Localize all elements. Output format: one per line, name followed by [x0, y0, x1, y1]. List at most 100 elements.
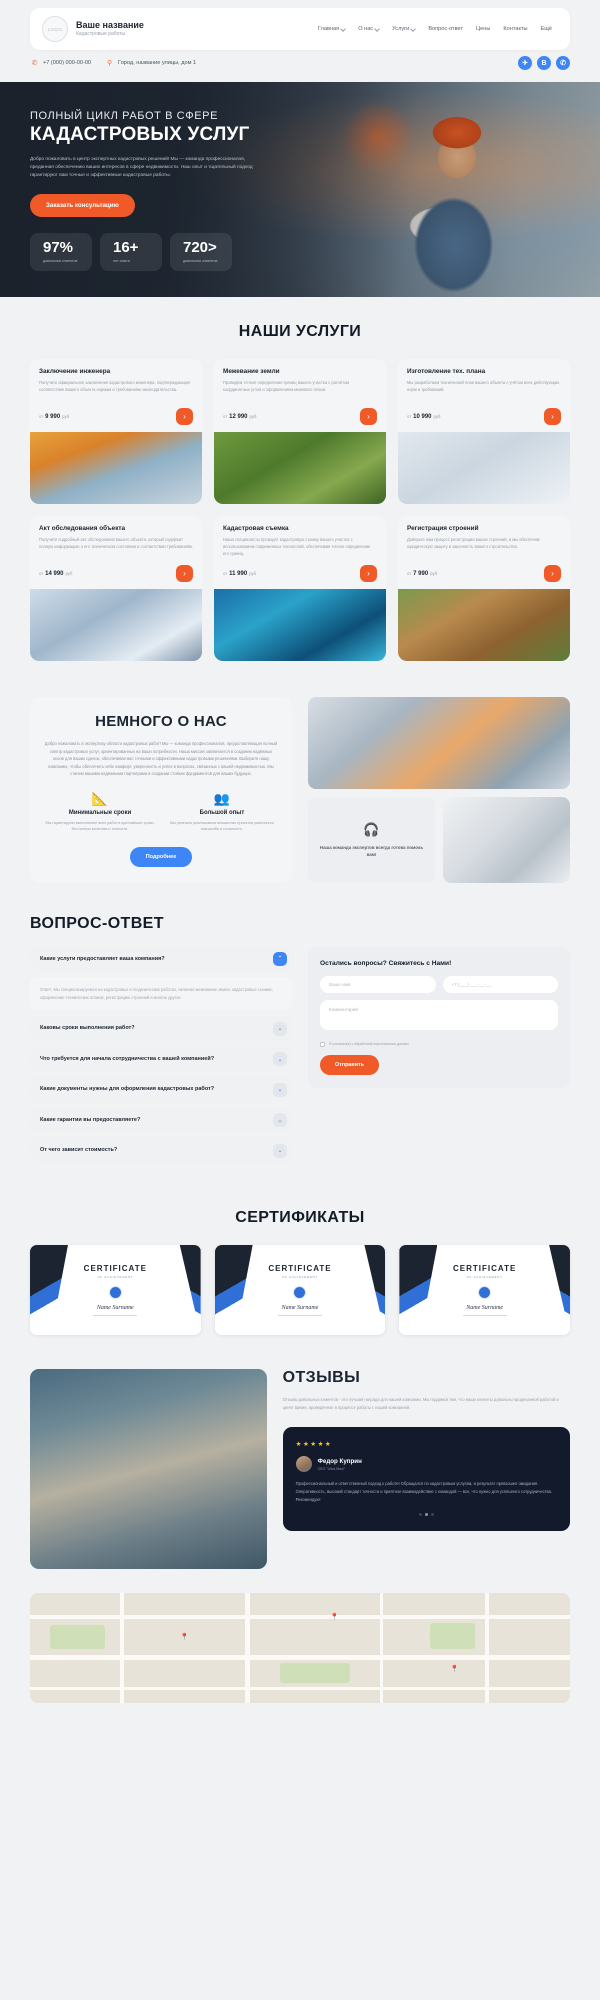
header-phone[interactable]: ✆ +7 (000) 000-00-00 — [30, 59, 91, 68]
header-bar: LOGO Ваше название Кадастровые работы Гл… — [30, 8, 570, 50]
review-author-role: CEO "Ultra Maxi" — [317, 1466, 346, 1471]
name-input[interactable] — [320, 975, 436, 993]
vk-icon[interactable]: В — [537, 56, 551, 70]
faq-toggle-button[interactable]: ⌄ — [273, 1052, 287, 1067]
service-footer: от 12 990 руб › — [223, 408, 377, 425]
faq-toggle-button[interactable]: ⌄ — [273, 1143, 287, 1158]
nav-label: Контакты — [503, 26, 528, 32]
faq-item[interactable]: Что требуется для начала сотрудничества … — [30, 1046, 292, 1072]
faq-item[interactable]: Какие гарантии вы предоставляете? ⌄ — [30, 1107, 292, 1133]
certificate-card[interactable]: CERTIFICATE OF ACHIEVEMENT Name Surname — [399, 1244, 570, 1335]
map-road — [245, 1592, 250, 1703]
blueprint-ruler-icon: 📐 — [91, 790, 109, 806]
team-experience-icon: 👥 — [213, 790, 231, 806]
faq-item[interactable]: Какие услуги предоставляет ваша компания… — [30, 946, 292, 972]
stat-label: довольных клиентов — [183, 258, 218, 263]
service-card[interactable]: Кадастровая съемка Наша специалисты пров… — [214, 516, 386, 661]
map-road — [30, 1654, 570, 1660]
service-arrow-button[interactable]: › — [176, 565, 193, 582]
certificate-card[interactable]: CERTIFICATE OF ACHIEVEMENT Name Surname — [214, 1244, 386, 1335]
faq-item[interactable]: От чего зависит стоимость? ⌄ — [30, 1138, 292, 1163]
service-arrow-button[interactable]: › — [360, 408, 377, 425]
certificate-name: Name Surname — [96, 1305, 134, 1312]
hero-cta-button[interactable]: Заказать консультацию — [30, 193, 135, 217]
service-footer: от 7 990 руб › — [407, 565, 561, 582]
consent-row[interactable]: Я согласен(а) с обработкой персональных … — [320, 1041, 558, 1047]
phone-input[interactable] — [442, 975, 558, 993]
pagination-dot[interactable] — [430, 1513, 434, 1517]
service-card[interactable]: Межевание земли Проведём точное определе… — [214, 359, 386, 504]
map-pin-icon[interactable]: 📍 — [330, 1613, 339, 1621]
review-card: ★★★★★ Федор Куприн CEO "Ultra Maxi" Проф… — [282, 1427, 570, 1532]
nav-label: О нас — [358, 26, 374, 32]
certificates-grid: CERTIFICATE OF ACHIEVEMENT Name Surname … — [30, 1244, 570, 1335]
vk-glyph: В — [541, 59, 547, 67]
contact-form-row — [320, 975, 558, 993]
about-more-button[interactable]: Подробнее — [129, 846, 193, 867]
nav-item-more[interactable]: Ещё — [541, 26, 552, 32]
nav-item-home[interactable]: Главная — [318, 26, 345, 32]
pagination-dot[interactable] — [418, 1513, 422, 1517]
service-desc: Мы разработаем технический план вашего о… — [407, 380, 560, 392]
about-text: Добро пожаловать в экспертизу области ка… — [44, 741, 278, 777]
header-address[interactable]: ⚲ Город, название улицы, дом 1 — [105, 59, 196, 68]
certificate-name: Name Surname — [281, 1305, 319, 1312]
map-section: 📍 📍 📍 — [30, 1592, 570, 1703]
service-card[interactable]: Акт обследования объекта Получите подроб… — [30, 516, 202, 661]
map-pin-icon[interactable]: 📍 — [180, 1633, 189, 1641]
faq-title: ВОПРОС-ОТВЕТ — [30, 914, 164, 932]
certificate-signature-line — [93, 1315, 138, 1316]
review-text: Профессиональный и ответственный подход … — [295, 1481, 553, 1502]
faq-toggle-button[interactable]: ⌄ — [273, 1021, 287, 1036]
certificate-heading: CERTIFICATE — [453, 1264, 517, 1274]
faq-item[interactable]: Какие документы нужны для оформления кад… — [30, 1077, 292, 1102]
service-arrow-button[interactable]: › — [544, 408, 561, 425]
certificate-name: Name Surname — [466, 1305, 504, 1312]
service-arrow-button[interactable]: › — [360, 565, 377, 582]
certificates-title: СЕРТИФИКАТЫ — [235, 1208, 365, 1226]
service-footer: от 10 990 руб › — [407, 408, 561, 425]
price-currency: руб — [433, 413, 441, 419]
map-pin-icon[interactable]: 📍 — [450, 1665, 459, 1673]
service-arrow-button[interactable]: › — [176, 408, 193, 425]
nav-item-contacts[interactable]: Контакты — [503, 26, 527, 32]
service-card[interactable]: Регистрация строений Доверьте нам процес… — [398, 516, 570, 661]
nav-item-services[interactable]: Услуги — [392, 26, 415, 32]
pagination-dot-active[interactable] — [424, 1513, 428, 1517]
faq-toggle-button[interactable]: ⌃ — [273, 951, 287, 966]
faq-item[interactable]: Каковы сроки выполнения работ? ⌄ — [30, 1016, 292, 1041]
service-card-body: Акт обследования объекта Получите подроб… — [30, 516, 202, 589]
about-support-card[interactable]: 🎧 Наша команда экспертов всегда готова п… — [308, 797, 435, 883]
nav-item-prices[interactable]: Цены — [476, 26, 490, 32]
nav-item-faq[interactable]: Вопрос-ответ — [428, 26, 463, 32]
map-canvas[interactable]: 📍 📍 📍 — [30, 1592, 570, 1703]
hero-stats: 97% довольных клиентов 16+ лет опыта 720… — [30, 232, 570, 271]
certificate-inner: CERTIFICATE OF ACHIEVEMENT Name Surname — [268, 1264, 331, 1316]
service-card[interactable]: Изготовление тех. плана Мы разработаем т… — [398, 359, 570, 504]
price-value: 7 990 — [413, 570, 429, 577]
consent-checkbox[interactable] — [320, 1041, 325, 1047]
service-price: от 7 990 руб — [407, 571, 437, 577]
certificate-card[interactable]: CERTIFICATE OF ACHIEVEMENT Name Surname — [30, 1244, 201, 1335]
whatsapp-icon[interactable]: ✆ — [556, 56, 570, 70]
certificate-heading: CERTIFICATE — [83, 1264, 147, 1274]
service-arrow-button[interactable]: › — [544, 565, 561, 582]
service-title: Межевание земли — [223, 368, 280, 375]
faq-toggle-button[interactable]: ⌄ — [273, 1082, 287, 1097]
service-card-body: Изготовление тех. плана Мы разработаем т… — [398, 359, 570, 432]
reviews-grid: ОТЗЫВЫ Отзывы довольных клиентов - это л… — [30, 1368, 570, 1569]
nav-item-about[interactable]: О нас — [358, 26, 379, 32]
services-title: НАШИ УСЛУГИ — [238, 323, 362, 340]
submit-button[interactable]: Отправить — [320, 1054, 379, 1075]
map-park — [430, 1622, 475, 1649]
service-card[interactable]: Заключение инженера Получите официальное… — [30, 359, 202, 504]
brand-block[interactable]: LOGO Ваше название Кадастровые работы — [42, 16, 192, 42]
feature-title: Минимальные сроки — [68, 809, 132, 816]
hero-section: ПОЛНЫЙ ЦИКЛ РАБОТ В СФЕРЕ КАДАСТРОВЫХ УС… — [0, 82, 600, 297]
telegram-icon[interactable]: ✈ — [518, 56, 532, 70]
price-prefix: от — [407, 413, 412, 419]
reviews-content: ОТЗЫВЫ Отзывы довольных клиентов - это л… — [267, 1369, 570, 1569]
faq-toggle-button[interactable]: ⌄ — [273, 1113, 287, 1128]
faq-question: Каковы сроки выполнения работ? — [40, 1025, 135, 1032]
comment-textarea[interactable] — [320, 999, 558, 1030]
